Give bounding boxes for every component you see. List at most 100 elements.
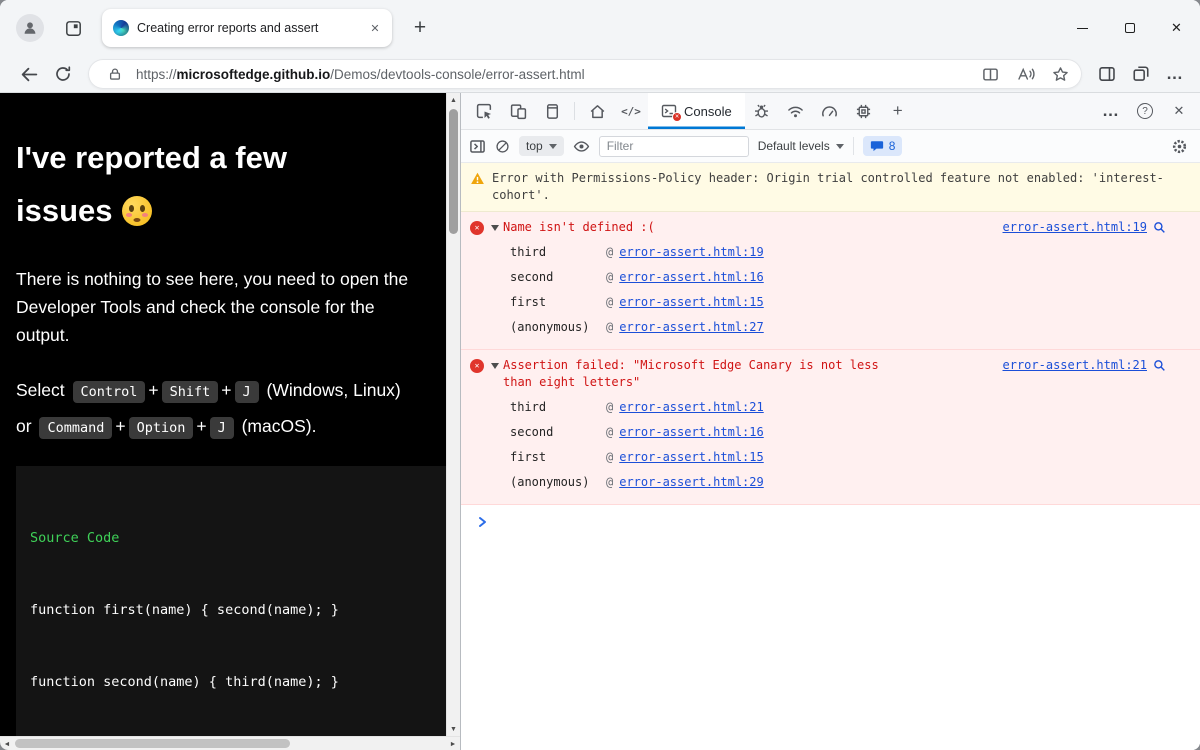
console-toolbar: top Default levels 8 (461, 130, 1200, 163)
focus-panel-icon[interactable] (535, 93, 569, 129)
devtools-close-icon[interactable]: ✕ (1162, 93, 1196, 129)
divider (853, 137, 854, 155)
tab-sources-icon[interactable]: </> (614, 93, 648, 129)
profile-avatar[interactable] (16, 14, 44, 42)
vertical-scrollbar[interactable]: ▲ ▼ (446, 93, 460, 736)
filter-input[interactable] (599, 136, 749, 157)
address-bar[interactable]: https://microsoftedge.github.io/Demos/de… (88, 59, 1082, 89)
tab-console[interactable]: ✕ Console (648, 93, 745, 129)
kbd-option: Option (129, 417, 194, 439)
tab-performance-icon[interactable] (813, 93, 847, 129)
device-emulation-icon[interactable] (501, 93, 535, 129)
clear-console-icon[interactable] (495, 139, 510, 154)
console-error-message[interactable]: ✕ Assertion failed: "Microsoft Edge Cana… (461, 350, 1200, 505)
tab-close-icon[interactable]: ✕ (366, 19, 384, 37)
source-link[interactable]: error-assert.html:19 (1003, 219, 1148, 236)
scroll-left-icon[interactable]: ◄ (0, 737, 14, 750)
console-prompt[interactable] (461, 505, 1200, 531)
split-screen-icon[interactable] (977, 61, 1004, 87)
source-link[interactable]: error-assert.html:21 (1003, 357, 1148, 374)
stack-frame: (anonymous) @ error-assert.html:29 (510, 470, 1166, 495)
stack-function: second (510, 269, 606, 286)
console-sidebar-toggle-icon[interactable] (469, 138, 486, 155)
shortcut-line-mac: or Command+Option+J (macOS). (16, 409, 428, 445)
macos-note: (macOS). (242, 416, 317, 436)
magnifier-icon[interactable] (1153, 359, 1166, 372)
tab-welcome-home-icon[interactable] (580, 93, 614, 129)
warning-icon (470, 171, 485, 186)
read-aloud-icon[interactable] (1012, 61, 1039, 87)
stack-link[interactable]: error-assert.html:19 (619, 244, 764, 261)
minimize-button[interactable] (1059, 0, 1106, 56)
error-source-location: error-assert.html:21 (991, 357, 1167, 374)
stack-link[interactable]: error-assert.html:29 (619, 474, 764, 491)
url-scheme: https:// (136, 67, 177, 82)
kbd-shift: Shift (162, 381, 219, 403)
url-path: /Demos/devtools-console/error-assert.htm… (330, 67, 584, 82)
browser-tab[interactable]: Creating error reports and assert ✕ (102, 9, 392, 47)
browser-more-menu[interactable]: … (1158, 58, 1192, 90)
intro-paragraph: There is nothing to see here, you need t… (16, 265, 428, 350)
vertical-scroll-thumb[interactable] (449, 109, 458, 234)
devtools-help-icon[interactable]: ? (1128, 93, 1162, 129)
kbd-command: Command (39, 417, 112, 439)
url-text: https://microsoftedge.github.io/Demos/de… (136, 67, 969, 82)
favorites-star-icon[interactable] (1047, 61, 1074, 87)
stack-link[interactable]: error-assert.html:16 (619, 269, 764, 286)
horizontal-scrollbar[interactable]: ◄ ► (0, 736, 460, 750)
prompt-chevron-icon (478, 516, 488, 528)
log-levels-dropdown[interactable]: Default levels (758, 139, 844, 153)
refresh-button[interactable] (46, 58, 80, 90)
webpage: I've reported a few issues There is noth… (0, 93, 460, 750)
scroll-up-icon[interactable]: ▲ (447, 93, 460, 107)
new-tab-button[interactable]: + (406, 14, 434, 42)
console-warning-message[interactable]: Error with Permissions-Policy header: Or… (461, 163, 1200, 212)
stack-function: third (510, 399, 606, 416)
console-error-message[interactable]: ✕ Name isn't defined :( error-assert.htm… (461, 212, 1200, 350)
close-window-button[interactable]: ✕ (1153, 0, 1200, 56)
expand-triangle-icon[interactable] (491, 225, 499, 231)
stack-link[interactable]: error-assert.html:21 (619, 399, 764, 416)
stack-link[interactable]: error-assert.html:15 (619, 294, 764, 311)
stack-link[interactable]: error-assert.html:15 (619, 449, 764, 466)
sidebar-toggle-icon[interactable] (1090, 58, 1124, 90)
maximize-icon (1125, 23, 1135, 33)
refresh-icon (54, 65, 72, 83)
devtools-panel: </> ✕ Console (460, 93, 1200, 750)
tab-network-icon[interactable] (779, 93, 813, 129)
speech-bubble-icon (870, 139, 884, 153)
back-button[interactable] (12, 58, 46, 90)
maximize-button[interactable] (1106, 0, 1153, 56)
tab-actions-icon[interactable] (60, 15, 86, 41)
devtools-more-menu[interactable]: … (1094, 93, 1128, 129)
console-icon: ✕ (661, 103, 677, 119)
stack-link[interactable]: error-assert.html:16 (619, 424, 764, 441)
kbd-control: Control (73, 381, 146, 403)
stack-frame: second @ error-assert.html:16 (510, 420, 1166, 445)
console-settings-gear-icon[interactable] (1171, 138, 1188, 155)
stack-link[interactable]: error-assert.html:27 (619, 319, 764, 336)
tab-memory-icon[interactable] (847, 93, 881, 129)
tab-title: Creating error reports and assert (137, 21, 358, 35)
expand-triangle-icon[interactable] (491, 363, 499, 369)
question-icon: ? (1137, 103, 1153, 119)
scroll-down-icon[interactable]: ▼ (447, 722, 460, 736)
live-expression-eye-icon[interactable] (573, 138, 590, 155)
stack-frame: first @ error-assert.html:15 (510, 290, 1166, 315)
warning-text: Error with Permissions-Policy header: Or… (492, 170, 1166, 204)
issues-counter[interactable]: 8 (863, 136, 903, 156)
inspect-icon[interactable] (467, 93, 501, 129)
error-source-location: error-assert.html:19 (991, 219, 1167, 236)
scroll-right-icon[interactable]: ► (446, 737, 460, 750)
plus-sign: + (148, 380, 158, 400)
error-icon: ✕ (470, 359, 484, 373)
horizontal-scroll-thumb[interactable] (15, 739, 290, 748)
or-word: or (16, 416, 32, 436)
tab-detached-elements-icon[interactable] (745, 93, 779, 129)
collections-icon[interactable] (1124, 58, 1158, 90)
windows-note: (Windows, Linux) (267, 380, 401, 400)
stack-at: @ (606, 474, 613, 491)
magnifier-icon[interactable] (1153, 221, 1166, 234)
javascript-context-dropdown[interactable]: top (519, 136, 564, 156)
more-tools-plus-icon[interactable]: + (881, 93, 915, 129)
